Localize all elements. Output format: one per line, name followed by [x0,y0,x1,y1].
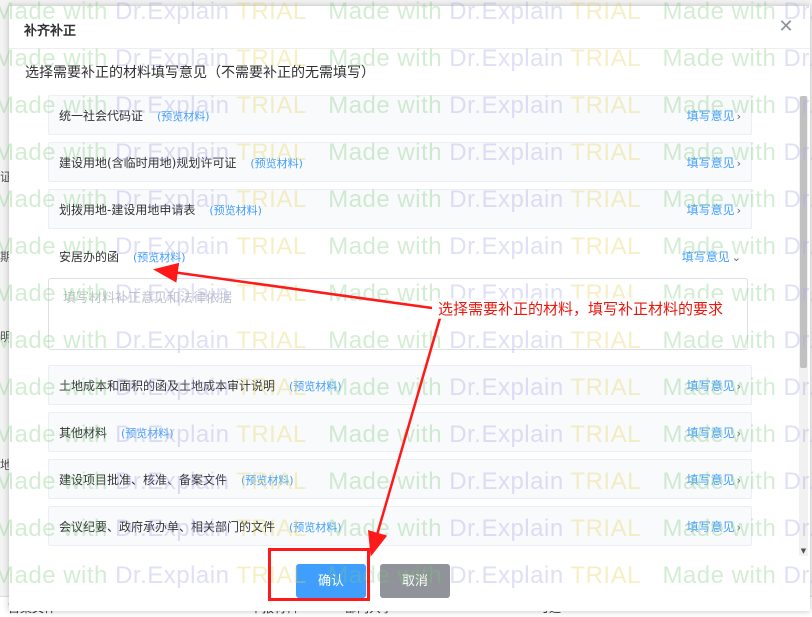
material-item[interactable]: 统一社会代码证 (预览材料) 填写意见 › [48,95,752,135]
material-name: 建设用地(含临时用地)规划许可证 (预览材料) [59,156,303,170]
close-icon[interactable]: ✕ [776,17,796,37]
material-item[interactable]: 建设项目批准、核准、备案文件 (预览材料) 填写意见 › [48,459,752,499]
material-name: 统一社会代码证 (预览材料) [59,109,210,123]
material-name: 会议纪要、政府承办单、相关部门的文件 (预览材料) [59,520,342,534]
material-item-expanded[interactable]: 安居办的函 (预览材料) 填写意见 ⌄ [48,236,752,276]
dialog-title: 补齐补正 [24,24,77,39]
chevron-right-icon: › [736,474,741,487]
dialog-subtitle: 选择需要补正的材料填写意见（不需要补正的无需填写） [25,65,375,81]
chevron-right-icon: › [736,157,741,170]
preview-link[interactable]: (预览材料) [289,380,342,393]
material-list: 统一社会代码证 (预览材料) 填写意见 › 建设用地(含临时用地)规划许可证 (预览材… [48,95,752,549]
material-name: 划拨用地-建设用地申请表 (预览材料) [59,203,262,217]
fill-opinion-toggle[interactable]: 填写意见 › [687,107,741,124]
material-name: 建设项目批准、核准、备案文件 (预览材料) [59,473,294,487]
material-name: 土地成本和面积的函及土地成本审计说明 (预览材料) [59,379,342,393]
chevron-right-icon: › [736,204,741,217]
chevron-right-icon: › [736,521,741,534]
material-name: 安居办的函 (预览材料) [59,250,186,264]
fill-opinion-toggle[interactable]: 填写意见 › [687,424,741,441]
fill-opinion-toggle[interactable]: 填写意见 ⌄ [682,248,741,265]
material-item[interactable]: 其他材料 (预览材料) 填写意见 › [48,412,752,452]
material-item[interactable]: 建设用地(含临时用地)规划许可证 (预览材料) 填写意见 › [48,142,752,182]
fill-opinion-toggle[interactable]: 填写意见 › [687,471,741,488]
preview-link[interactable]: (预览材料) [157,110,210,123]
scrollbar-thumb[interactable] [800,96,807,368]
preview-link[interactable]: (预览材料) [121,427,174,440]
material-name: 其他材料 (预览材料) [59,426,174,440]
material-item[interactable]: 土地成本和面积的函及土地成本审计说明 (预览材料) 填写意见 › [48,365,752,405]
fill-opinion-toggle[interactable]: 填写意见 › [687,518,741,535]
fill-opinion-toggle[interactable]: 填写意见 › [687,154,741,171]
dialog-footer: 确认 取消 [9,552,810,610]
chevron-right-icon: › [736,427,741,440]
scrollbar[interactable]: ▼ [799,96,808,556]
material-item[interactable]: 会议纪要、政府承办单、相关部门的文件 (预览材料) 填写意见 › [48,506,752,546]
divider [9,48,810,49]
chevron-right-icon: › [736,380,741,393]
preview-link[interactable]: (预览材料) [289,521,342,534]
fill-opinion-toggle[interactable]: 填写意见 › [687,377,741,394]
preview-link[interactable]: (预览材料) [209,204,262,217]
preview-link[interactable]: (预览材料) [133,251,186,264]
preview-link[interactable]: (预览材料) [250,157,303,170]
preview-link[interactable]: (预览材料) [241,474,294,487]
chevron-down-icon: ⌄ [731,251,741,264]
annotation-text: 选择需要补正的材料，填写补正材料的要求 [438,298,724,319]
material-item[interactable]: 划拨用地-建设用地申请表 (预览材料) 填写意见 › [48,189,752,229]
fill-opinion-toggle[interactable]: 填写意见 › [687,201,741,218]
cancel-button[interactable]: 取消 [380,564,450,598]
confirm-button[interactable]: 确认 [296,564,366,598]
chevron-right-icon: › [736,110,741,123]
